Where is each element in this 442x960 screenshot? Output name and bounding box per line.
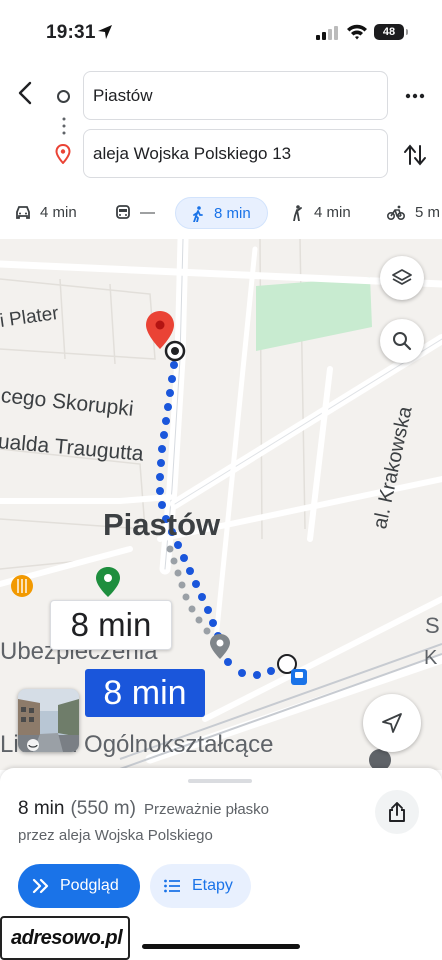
preview-button-label: Podgląd [60,877,119,894]
car-icon [16,206,30,219]
destination-pin-icon [55,144,71,164]
mode-car[interactable]: 4 min [10,197,90,229]
edge-label-k: K [424,647,438,669]
mode-ride-time: 4 min [314,204,351,221]
bike-icon [387,205,405,220]
origin-input[interactable]: Piastów [83,71,388,120]
mode-car-time: 4 min [40,204,77,221]
search-icon [393,332,412,351]
origin-circle-icon [57,90,70,103]
summary-distance: (550 m) [70,798,136,819]
wifi-icon [347,24,367,40]
mode-bike-time: 5 m [415,204,441,221]
alternate-route-time[interactable]: 8 min [50,600,172,650]
mode-transit-time: — [140,204,155,221]
summary-terrain: Przeważnie płasko [143,801,269,818]
location-arrow-icon [98,25,112,39]
layers-button[interactable] [380,256,424,300]
route-summary: 8 min (550 m) Przeważnie płasko [18,798,269,820]
destination-input[interactable]: aleja Wojska Polskiego 13 [83,129,388,178]
walk-icon [193,206,203,222]
sheet-drag-handle[interactable] [188,779,252,783]
summary-time: 8 min [18,798,65,819]
street-view-thumbnail[interactable] [18,689,79,752]
status-bar: 19:31 48 [0,0,442,64]
recenter-button[interactable] [363,694,421,752]
list-icon [164,879,180,893]
travel-mode-bar: 4 min — 8 min 4 min 5 m [0,195,442,235]
street-view-image [18,689,79,752]
transit-icon [116,205,130,219]
watermark-logo: adresowo.pl [0,916,130,960]
cellular-signal-icon [316,26,338,40]
town-label: Piastów [103,507,221,542]
mode-walk[interactable]: 8 min [175,197,268,229]
status-time: 19:31 [46,22,96,43]
navigation-arrow-icon [382,713,402,733]
edge-label-s: S [425,613,440,638]
mode-transit[interactable]: — [110,197,160,229]
steps-button-label: Etapy [192,877,233,894]
search-along-route-button[interactable] [380,319,424,363]
preview-button[interactable]: Podgląd [18,864,140,908]
steps-button[interactable]: Etapy [150,864,251,908]
swap-direction-icon[interactable] [402,142,428,168]
home-indicator[interactable] [142,944,300,949]
route-summary-sheet[interactable]: 8 min (550 m) Przeważnie płasko przez alej… [0,768,442,960]
more-options-icon[interactable] [400,86,430,106]
mode-ride[interactable]: 4 min [282,197,364,229]
battery-indicator: 48 [374,24,408,40]
layers-icon [392,269,412,285]
mode-walk-time: 8 min [214,205,251,222]
mode-bike[interactable]: 5 m [383,197,442,229]
share-button[interactable] [375,790,419,834]
back-arrow-icon[interactable] [10,78,40,108]
share-icon [389,802,405,822]
map-view[interactable]: i Plater cego Skorupki ualda Traugutta P… [0,239,442,770]
route-dots-icon [62,117,66,135]
double-chevron-icon [32,878,49,894]
ride-hail-icon [293,205,302,221]
summary-via: przez aleja Wojska Polskiego [18,827,213,844]
selected-route-time[interactable]: 8 min [85,669,205,717]
route-header: Piastów aleja Wojska Polskiego 13 4 min … [0,64,442,239]
